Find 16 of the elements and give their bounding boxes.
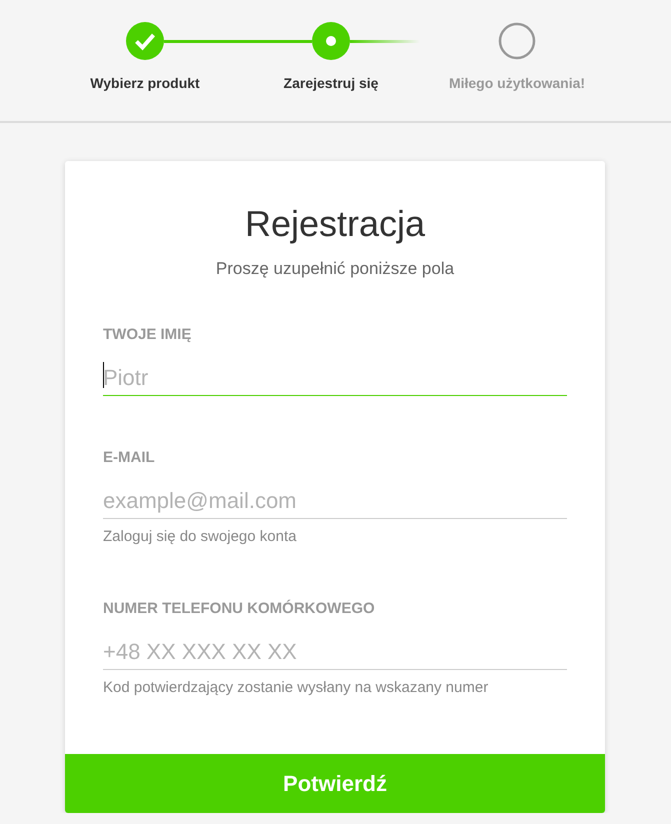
input-field[interactable]: Piotr: [103, 352, 567, 396]
field-hint: Kod potwierdzający zostanie wysłany na wskazany numer: [103, 678, 490, 698]
field-hint: Zaloguj się do swojego konta: [103, 527, 298, 547]
input-field[interactable]: +48 XX XXX XX XX: [103, 626, 567, 670]
progress-line: [350, 40, 420, 43]
text-cursor: [103, 362, 104, 388]
step-label: Miłego użytkowania!: [448, 75, 586, 91]
form-subtitle: Proszę uzupełnić poniższe pola: [214, 259, 456, 279]
submit-button[interactable]: Potwierdź: [65, 754, 605, 813]
step-label: Zarejestruj się: [284, 75, 378, 91]
field-label: NUMER TELEFONU KOMÓRKOWEGO: [103, 599, 376, 619]
form-title: Rejestracja: [244, 202, 426, 246]
input-field[interactable]: example@mail.com: [103, 475, 567, 519]
field-label: E-MAIL: [103, 448, 156, 468]
field-label: TWOJE IMIĘ: [103, 325, 192, 345]
step-label: Wybierz produkt: [90, 75, 200, 91]
